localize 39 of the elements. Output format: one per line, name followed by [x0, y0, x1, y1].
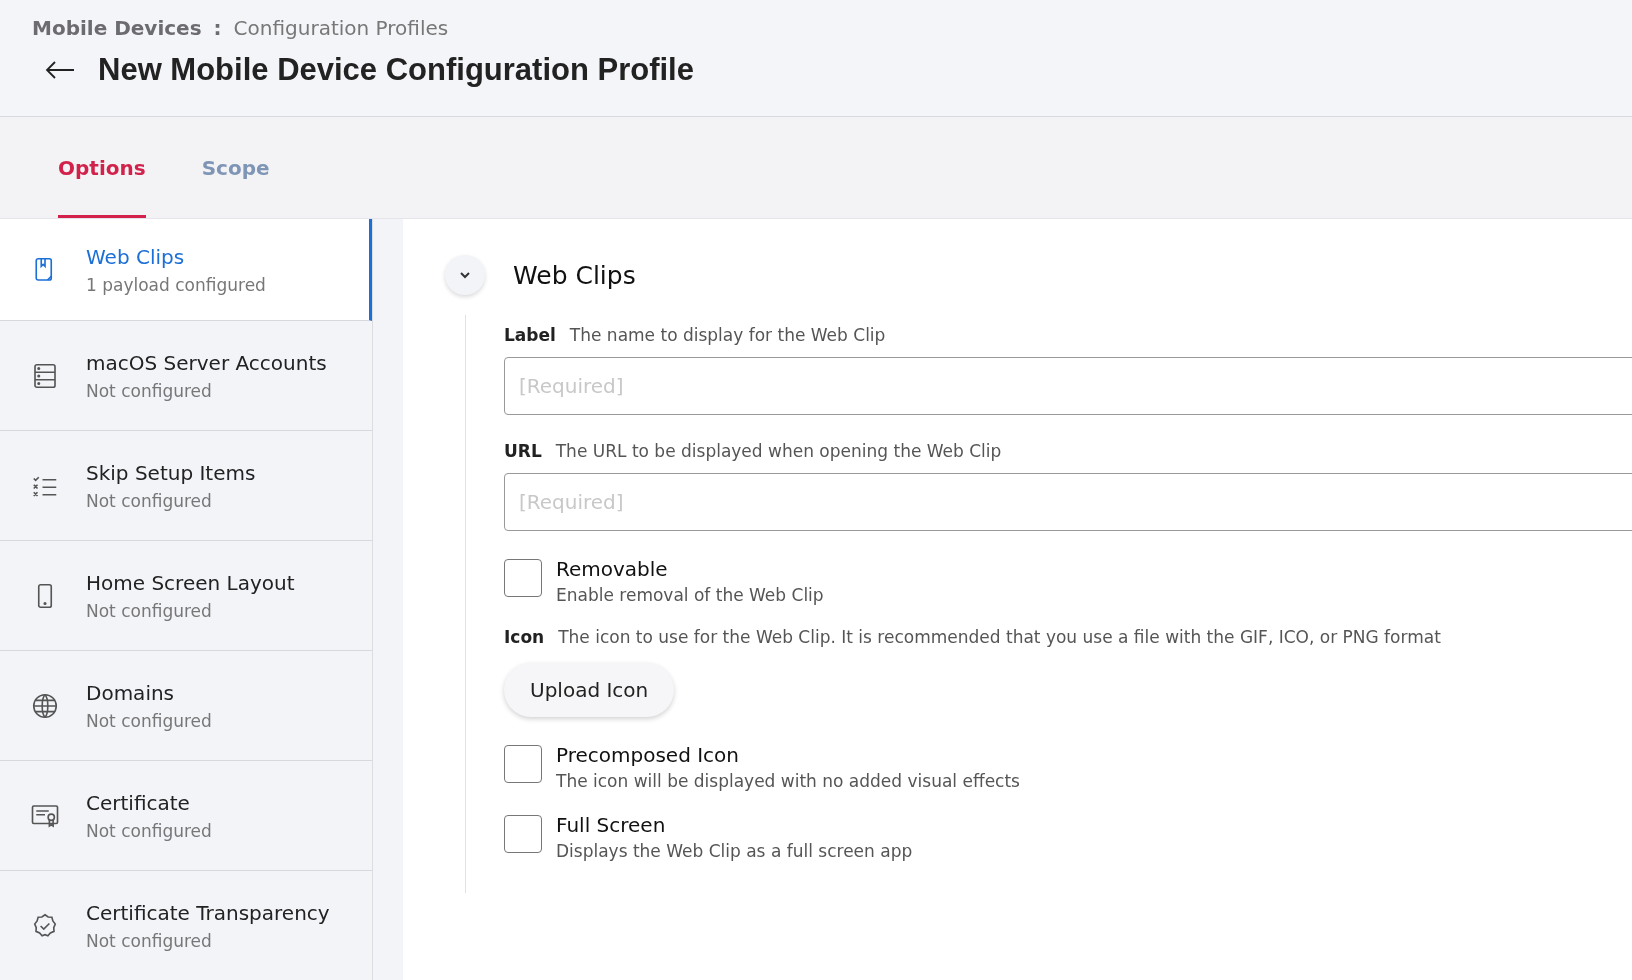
- checkbox[interactable]: [504, 745, 542, 783]
- checkbox-description: Displays the Web Clip as a full screen app: [556, 841, 913, 861]
- field-description: URL The URL to be displayed when opening the Web Clip: [504, 441, 1003, 461]
- item-title: Skip Setup Items: [86, 460, 256, 485]
- section-title: Web Clips: [513, 260, 636, 290]
- checkbox-description: The icon will be displayed with no added visual effects: [556, 771, 1020, 791]
- item-title: Home Screen Layout: [86, 570, 295, 595]
- upload-icon-button[interactable]: Upload Icon: [504, 663, 675, 717]
- sidebar-item[interactable]: Web Clips 1 payload configured: [0, 219, 372, 321]
- item-title: Web Clips: [86, 244, 186, 269]
- sidebar-item[interactable]: Home Screen Layout Not configured: [0, 541, 372, 651]
- item-status: Not configured: [86, 820, 212, 841]
- checkbox-label: Full Screen: [556, 813, 667, 837]
- checkbox[interactable]: [504, 815, 542, 853]
- sidebar-item[interactable]: macOS Server Accounts Not configured: [0, 321, 372, 431]
- sidebar-item[interactable]: Domains Not configured: [0, 651, 372, 761]
- field-description: Label The name to display for the Web Clip: [504, 325, 887, 345]
- item-status: Not configured: [86, 380, 213, 401]
- item-status: Not configured: [86, 490, 213, 511]
- checkbox[interactable]: [504, 559, 542, 597]
- item-status: Not configured: [86, 710, 212, 731]
- breadcrumb-current: Configuration Profiles: [233, 16, 449, 40]
- item-status: 1 payload configured: [86, 274, 266, 295]
- checkbox-label: Removable: [556, 557, 669, 581]
- sidebar-item[interactable]: Skip Setup Items Not configured: [0, 431, 372, 541]
- sidebar-item[interactable]: Certificate Transparency Not configured: [0, 871, 372, 980]
- breadcrumb-separator: :: [213, 16, 222, 40]
- item-title: Certificate: [86, 790, 191, 815]
- page-title: New Mobile Device Configuration Profile: [98, 52, 694, 88]
- checkbox-description: Enable removal of the Web Clip: [556, 585, 824, 605]
- item-title: Certificate Transparency: [86, 900, 330, 925]
- item-status: Not configured: [86, 930, 213, 951]
- item-title: macOS Server Accounts: [86, 350, 327, 375]
- sidebar-item[interactable]: Certificate Not configured: [0, 761, 372, 871]
- breadcrumb-link[interactable]: Mobile Devices: [32, 16, 202, 40]
- item-status: Not configured: [86, 600, 213, 621]
- item-title: Domains: [86, 680, 176, 705]
- field-description: Icon The icon to use for the Web Clip. It is recommended that you use a file with the GIF, ICO, or PNG format: [504, 627, 1442, 647]
- checkbox-label: Precomposed Icon: [556, 743, 741, 767]
